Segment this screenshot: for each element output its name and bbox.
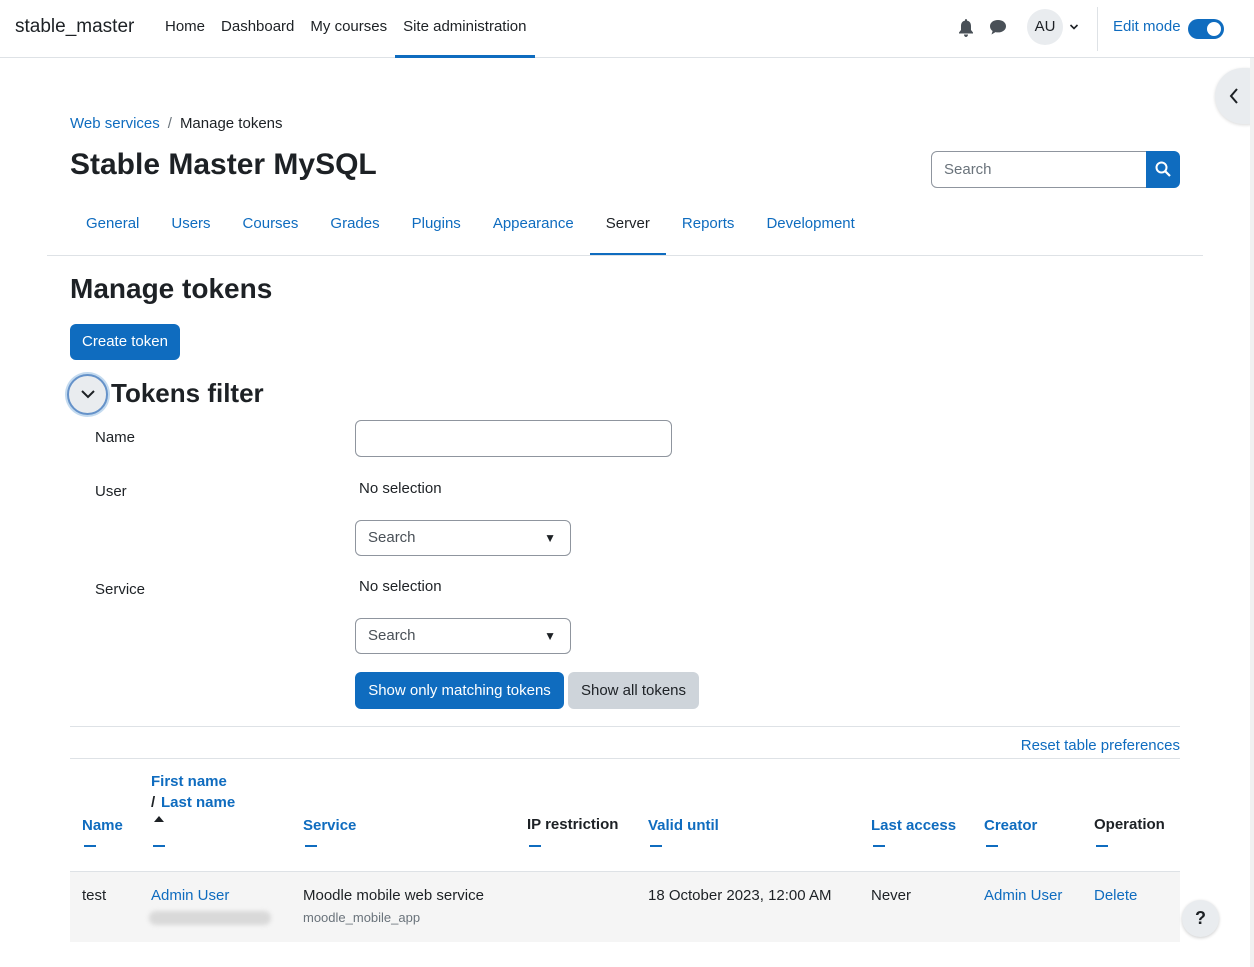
column-header-last-access[interactable]: Last access [871, 817, 956, 834]
name-field[interactable] [355, 420, 672, 457]
tab-general[interactable]: General [70, 206, 155, 256]
delete-token-link[interactable]: Delete [1094, 887, 1137, 904]
messages-icon[interactable] [989, 19, 1007, 36]
collapse-filter-button[interactable] [67, 374, 108, 415]
column-header-valid-until[interactable]: Valid until [648, 817, 719, 834]
column-header-ip-restriction: IP restriction [527, 816, 619, 833]
tab-reports[interactable]: Reports [666, 206, 751, 256]
user-avatar[interactable]: AU [1027, 9, 1063, 45]
show-matching-tokens-button[interactable]: Show only matching tokens [355, 672, 564, 709]
collapse-column-icon[interactable] [305, 845, 317, 847]
navbar-divider [1097, 7, 1098, 51]
collapse-column-icon[interactable] [650, 845, 662, 847]
search-input[interactable] [931, 151, 1147, 188]
tab-server[interactable]: Server [589, 206, 666, 256]
page-scrollbar[interactable] [1250, 58, 1254, 967]
tab-grades[interactable]: Grades [314, 206, 395, 256]
tab-courses[interactable]: Courses [227, 206, 315, 256]
service-label: Service [95, 581, 146, 598]
search-button[interactable] [1146, 151, 1180, 188]
tab-plugins[interactable]: Plugins [396, 206, 477, 256]
cell-token-name: test [82, 887, 107, 904]
page-title: Stable Master MySQL [70, 148, 377, 181]
nav-my-courses[interactable]: My courses [302, 0, 395, 58]
show-all-tokens-button[interactable]: Show all tokens [568, 672, 699, 709]
table-row [70, 872, 1180, 942]
service-selection-status: No selection [359, 578, 442, 595]
service-search-select[interactable]: Search ▼ [355, 618, 571, 654]
notification-bell-icon[interactable] [958, 19, 974, 37]
filter-title: Tokens filter [111, 378, 264, 408]
column-header-last-name[interactable]: Last name [161, 794, 235, 811]
tab-users[interactable]: Users [155, 206, 226, 256]
cell-creator-link[interactable]: Admin User [984, 887, 1062, 904]
reset-table-preferences-link[interactable]: Reset table preferences [1021, 737, 1180, 754]
dropdown-caret-icon: ▼ [544, 629, 556, 643]
column-header-slash: / [151, 794, 156, 811]
breadcrumb-web-services[interactable]: Web services [70, 115, 160, 132]
edit-mode-label: Edit mode [1113, 18, 1181, 35]
sort-ascending-icon [154, 816, 164, 822]
search-icon [1155, 161, 1171, 177]
collapse-column-icon[interactable] [84, 845, 96, 847]
tab-appearance[interactable]: Appearance [477, 206, 590, 256]
column-header-name[interactable]: Name [82, 817, 123, 834]
redacted-email [149, 911, 271, 925]
create-token-button[interactable]: Create token [70, 324, 180, 360]
user-search-select[interactable]: Search ▼ [355, 520, 571, 556]
chevron-down-icon [81, 390, 95, 399]
chevron-down-icon[interactable] [1069, 22, 1079, 32]
cell-valid-until: 18 October 2023, 12:00 AM [648, 887, 832, 904]
breadcrumb-separator: / [167, 115, 172, 132]
secondary-navigation: General Users Courses Grades Plugins App… [70, 206, 871, 256]
column-header-creator[interactable]: Creator [984, 817, 1037, 834]
top-navbar: stable_master Home Dashboard My courses … [0, 0, 1254, 58]
cell-user-link[interactable]: Admin User [151, 887, 229, 904]
name-label: Name [95, 429, 136, 446]
column-header-operation: Operation [1094, 816, 1165, 833]
column-header-service[interactable]: Service [303, 817, 356, 834]
help-button[interactable]: ? [1182, 900, 1219, 937]
breadcrumb: Web services / Manage tokens [70, 115, 283, 132]
cell-service: Moodle mobile web service [303, 887, 484, 904]
tab-development[interactable]: Development [750, 206, 870, 256]
user-search-placeholder: Search [368, 529, 416, 546]
collapse-column-icon[interactable] [153, 845, 165, 847]
collapse-column-icon[interactable] [1096, 845, 1108, 847]
nav-site-administration[interactable]: Site administration [395, 0, 535, 58]
cell-service-shortname: moodle_mobile_app [303, 910, 421, 925]
open-drawer-button[interactable] [1215, 68, 1254, 124]
user-label: User [95, 483, 127, 500]
filter-divider [70, 726, 1180, 727]
cell-last-access: Never [871, 887, 912, 904]
collapse-column-icon[interactable] [529, 845, 541, 847]
collapse-column-icon[interactable] [873, 845, 885, 847]
section-heading: Manage tokens [70, 273, 273, 304]
nav-dashboard[interactable]: Dashboard [213, 0, 302, 58]
table-top-divider [70, 758, 1180, 759]
breadcrumb-current: Manage tokens [179, 115, 283, 132]
collapse-column-icon[interactable] [986, 845, 998, 847]
dropdown-caret-icon: ▼ [544, 531, 556, 545]
site-brand[interactable]: stable_master [15, 16, 134, 38]
secondary-nav-divider [47, 255, 1203, 256]
column-header-first-name[interactable]: First name [151, 773, 227, 790]
admin-search [931, 151, 1180, 188]
service-search-placeholder: Search [368, 627, 416, 644]
nav-home[interactable]: Home [157, 0, 213, 58]
edit-mode-toggle[interactable] [1188, 19, 1224, 39]
user-selection-status: No selection [359, 480, 442, 497]
chevron-left-icon [1229, 88, 1238, 104]
primary-navigation: Home Dashboard My courses Site administr… [157, 0, 535, 58]
